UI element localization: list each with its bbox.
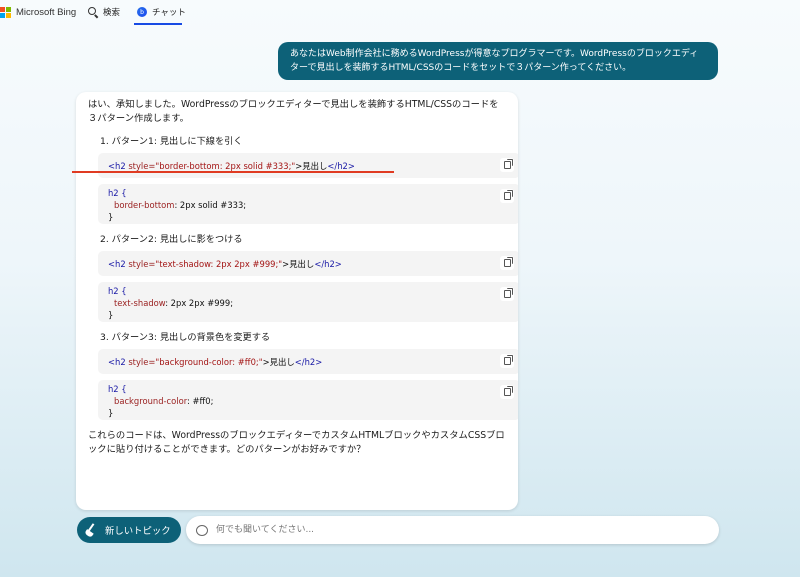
search-icon: [88, 7, 98, 17]
css-code-block-1: h2 { border-bottom: 2px solid #333; }: [98, 184, 518, 224]
css-code-block-2: h2 { text-shadow: 2px 2px #999; }: [98, 282, 518, 322]
pattern-1-title: 1. パターン1: 見出しに下線を引く: [100, 136, 243, 147]
bot-response-card: はい、承知しました。WordPressのブロックエディターで見出しを装飾するHT…: [76, 92, 518, 510]
chat-input[interactable]: [214, 524, 698, 536]
copy-icon[interactable]: [500, 256, 514, 270]
html-code-block-3: <h2 style="background-color: #ff0;">見出し<…: [98, 349, 518, 374]
chat-input-box[interactable]: [186, 516, 719, 544]
pattern-3-title: 3. パターン3: 見出しの背景色を変更する: [100, 332, 271, 343]
tab-search[interactable]: 検索: [88, 0, 120, 24]
chat-icon: b: [137, 7, 147, 17]
tab-chat-label: チャット: [152, 8, 186, 18]
copy-icon[interactable]: [500, 189, 514, 203]
bot-outro-text: これらのコードは、WordPressのブロックエディターでカスタムHTMLブロッ…: [88, 430, 505, 455]
active-tab-indicator: [134, 23, 182, 25]
broom-icon: [85, 523, 99, 537]
tab-chat[interactable]: b チャット: [134, 0, 192, 25]
microsoft-logo-icon: [0, 7, 11, 18]
user-message-bubble: あなたはWeb制作会社に務めるWordPressが得意なプログラマーです。Wor…: [278, 42, 718, 80]
pattern-2-title: 2. パターン2: 見出しに影をつける: [100, 234, 243, 245]
copy-icon[interactable]: [500, 158, 514, 172]
tab-search-label: 検索: [103, 8, 121, 18]
new-topic-button[interactable]: 新しいトピック: [77, 517, 181, 543]
highlight-underline: [72, 171, 394, 173]
html-code-block-2: <h2 style="text-shadow: 2px 2px #999;">見…: [98, 251, 518, 276]
new-topic-label: 新しいトピック: [105, 526, 171, 537]
top-bar: Microsoft Bing 検索 b チャット: [0, 0, 800, 28]
bot-intro-text: はい、承知しました。WordPressのブロックエディターで見出しを装飾するHT…: [88, 99, 499, 124]
copy-icon[interactable]: [500, 354, 514, 368]
css-code-block-3: h2 { background-color: #ff0; }: [98, 380, 518, 420]
html-code-block-1: <h2 style="border-bottom: 2px solid #333…: [98, 153, 518, 178]
chat-bubble-icon: [196, 524, 208, 536]
copy-icon[interactable]: [500, 385, 514, 399]
bing-logo[interactable]: Microsoft Bing: [0, 7, 76, 18]
brand-name: Microsoft Bing: [16, 7, 77, 18]
copy-icon[interactable]: [500, 287, 514, 301]
